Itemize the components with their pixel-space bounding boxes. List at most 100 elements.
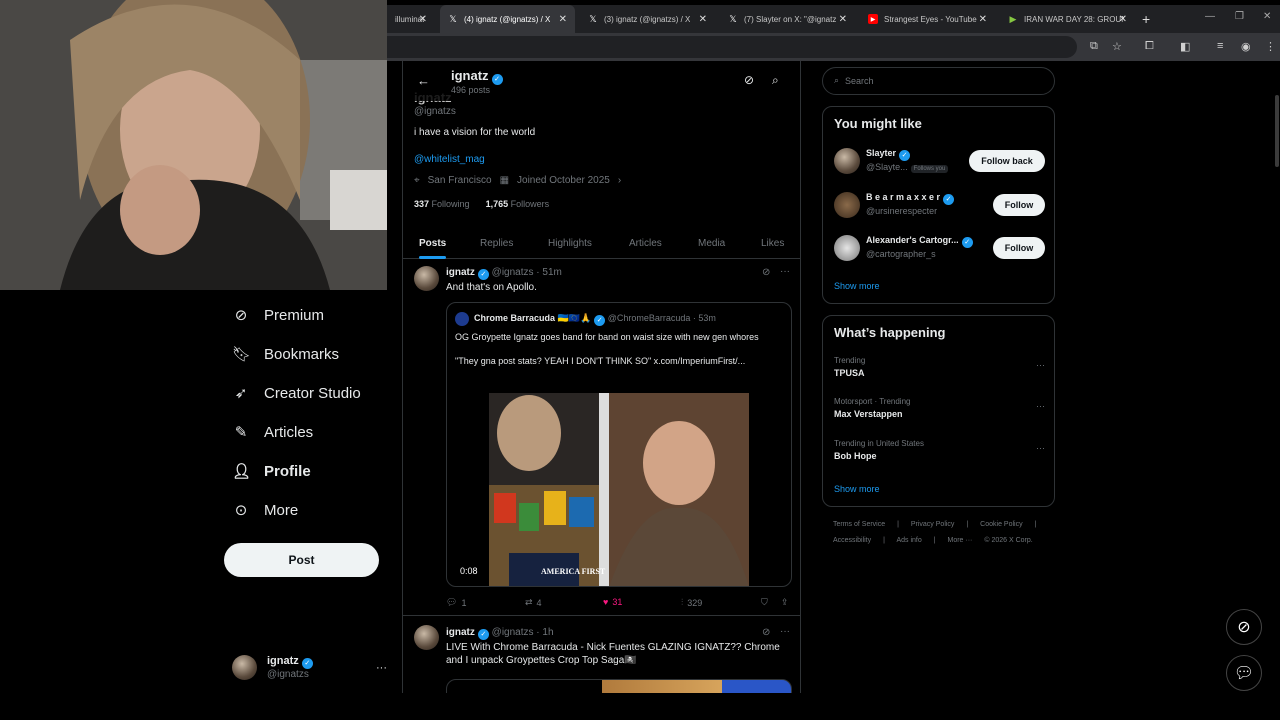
chevron-right-icon[interactable]: › (618, 175, 621, 186)
grok-icon[interactable]: ⊘ (762, 627, 770, 638)
follow-back-button[interactable]: Follow back (969, 150, 1045, 172)
close-window-icon[interactable]: ✕ (1263, 11, 1271, 22)
tweet-time[interactable]: 51m (542, 267, 561, 278)
tweet[interactable]: ignatz ✓ @ignatzs · 51m ⊘ ··· And that's … (403, 260, 800, 616)
menu-icon[interactable]: ⋮ (1265, 40, 1276, 53)
tweet-author-name[interactable]: ignatz (446, 627, 475, 638)
browser-tab[interactable]: ▶ IRAN WAR DAY 28: GROUN ✕ (1000, 5, 1135, 33)
more-dots-icon[interactable]: ··· (376, 662, 387, 674)
tab-likes[interactable]: Likes (761, 227, 784, 259)
share-button[interactable]: ⇪ (781, 597, 789, 608)
show-more-link[interactable]: Show more (834, 484, 880, 494)
tweet[interactable]: ignatz ✓ @ignatzs · 1h ⊘ ··· LIVE With Ch… (403, 617, 800, 693)
article-icon: ✎ (234, 424, 248, 441)
more-dots-icon[interactable]: ··· (780, 626, 790, 637)
bookmark-button[interactable]: ⛉ (761, 597, 768, 608)
account-switcher[interactable]: ignatz ✓ @ignatzs (232, 655, 313, 680)
sidebar-icon[interactable]: ◧ (1180, 40, 1190, 53)
browser-tab-active[interactable]: 𝕏 (4) ignatz (@ignatzs) / X ✕ (440, 5, 575, 33)
footer-link[interactable]: More ··· (948, 537, 973, 544)
browser-tab[interactable]: 𝕏 (3) ignatz (@ignatzs) / X ✕ (580, 5, 715, 33)
close-icon[interactable]: ✕ (979, 14, 987, 25)
profile-meta: ⌖ San Francisco ▦ Joined October 2025 › (414, 175, 621, 186)
tab-highlights[interactable]: Highlights (548, 227, 592, 259)
whats-happening-card: What’s happening Trending TPUSA ··· Moto… (822, 315, 1055, 507)
close-icon[interactable]: ✕ (839, 14, 847, 25)
following-label: Following (431, 199, 470, 209)
profile-link[interactable]: @whitelist_mag (414, 154, 485, 165)
suggested-user[interactable]: Alexander's Cartogr... ✓ @cartographer_s … (834, 233, 1045, 263)
trend-topic: Max Verstappen (834, 409, 903, 419)
tweet-author-name[interactable]: ignatz (446, 267, 475, 278)
footer-link[interactable]: Ads info (896, 537, 921, 544)
trend-item[interactable]: Trending in United States Bob Hope ··· (834, 439, 1045, 461)
more-dots-icon[interactable]: ··· (1036, 401, 1045, 411)
post-count: 496 posts (451, 85, 491, 95)
grok-icon[interactable]: ⊘ (744, 73, 754, 87)
tab-replies[interactable]: Replies (480, 227, 513, 259)
grok-fab-icon[interactable]: ⊘ (1226, 609, 1262, 645)
followers-link[interactable]: 1,765 Followers (486, 199, 550, 209)
nav-item-articles[interactable]: ✎ Articles (232, 423, 313, 442)
close-icon[interactable]: ✕ (1119, 14, 1127, 25)
browser-tab[interactable]: 𝕏 (7) Slayter on X: "@ignatz ✕ (720, 5, 855, 33)
footer-link[interactable]: Privacy Policy (911, 521, 955, 528)
video-player[interactable]: AMERICA FIRST (489, 393, 749, 586)
quote-tweet[interactable]: Chrome Barracuda 🇺🇦🇪🇺🙏 ✓ @ChromeBarracuda… (446, 302, 792, 587)
tweet-time[interactable]: 1h (542, 627, 553, 638)
reply-button[interactable]: 💬︎ 1 (446, 597, 466, 608)
nav-item-more[interactable]: ⊙ More (232, 501, 298, 520)
messages-fab-icon[interactable]: 💬︎ (1226, 655, 1262, 691)
minimize-icon[interactable]: — (1205, 11, 1215, 22)
more-dots-icon[interactable]: ··· (1036, 360, 1045, 370)
suggested-user[interactable]: Slayter ✓ @Slayte... Follows you Follow ba… (834, 146, 1045, 176)
star-icon[interactable]: ☆ (1112, 40, 1122, 53)
tab-articles[interactable]: Articles (629, 227, 662, 259)
post-button[interactable]: Post (224, 543, 379, 577)
suggested-user[interactable]: B e a r m a x x e r ✓ @ursinerespecter Fo… (834, 190, 1045, 220)
show-more-link[interactable]: Show more (834, 281, 880, 291)
footer-link[interactable]: Terms of Service (833, 521, 885, 528)
browser-tab[interactable]: ▶ Strangest Eyes - YouTube ✕ (860, 5, 995, 33)
plus-icon[interactable]: + (1142, 11, 1150, 27)
avatar[interactable] (414, 625, 439, 650)
repost-button[interactable]: ⇄ 4 (525, 597, 542, 608)
trend-item[interactable]: Motorsport · Trending Max Verstappen ··· (834, 397, 1045, 419)
nav-item-creator-studio[interactable]: ➶ Creator Studio (232, 384, 361, 403)
media-icon[interactable]: ≡ (1217, 40, 1223, 52)
grok-icon[interactable]: ⊘ (762, 267, 770, 278)
scrollbar[interactable] (1275, 95, 1279, 167)
close-icon[interactable]: ✕ (559, 14, 567, 25)
close-icon[interactable]: ✕ (419, 14, 427, 25)
youtube-icon: ▶ (868, 14, 878, 24)
footer-link[interactable]: Cookie Policy (980, 521, 1022, 528)
trend-item[interactable]: Trending TPUSA ··· (834, 356, 1045, 378)
nav-item-bookmarks[interactable]: 🔖︎ Bookmarks (232, 345, 339, 364)
views-button[interactable]: ⫶ 329 (681, 597, 702, 608)
nav-item-premium[interactable]: ⊘ Premium (232, 306, 324, 325)
screen: illuminat ✕ 𝕏 (4) ignatz (@ignatzs) / X … (0, 0, 1280, 720)
follow-button[interactable]: Follow (993, 237, 1045, 259)
restore-icon[interactable]: ❐ (1235, 11, 1244, 22)
tweet-media-preview[interactable] (446, 679, 792, 693)
avatar[interactable] (414, 266, 439, 291)
tab-posts[interactable]: Posts (419, 227, 447, 259)
back-arrow-icon[interactable]: ← (417, 73, 430, 88)
follow-button[interactable]: Follow (993, 194, 1045, 216)
like-button[interactable]: ♥ 31 (603, 597, 622, 607)
tab-media[interactable]: Media (698, 227, 725, 259)
address-bar[interactable] (387, 36, 1077, 58)
install-icon[interactable]: ⧉ (1090, 40, 1098, 53)
profile-icon[interactable]: ◉ (1241, 40, 1251, 53)
browser-tab[interactable]: illuminat ✕ (387, 5, 435, 33)
extensions-icon[interactable]: ⧠ (1145, 40, 1154, 53)
nav-label: Profile (264, 462, 311, 480)
more-dots-icon[interactable]: ··· (780, 266, 790, 277)
following-link[interactable]: 337 Following (414, 199, 470, 209)
search-input[interactable]: ⌕ Search (822, 67, 1055, 95)
more-dots-icon[interactable]: ··· (1036, 443, 1045, 453)
nav-item-profile[interactable]: 👤︎ Profile (232, 462, 311, 481)
close-icon[interactable]: ✕ (699, 14, 707, 25)
search-icon[interactable]: ⌕ (772, 73, 779, 88)
footer-link[interactable]: Accessibility (833, 537, 871, 544)
